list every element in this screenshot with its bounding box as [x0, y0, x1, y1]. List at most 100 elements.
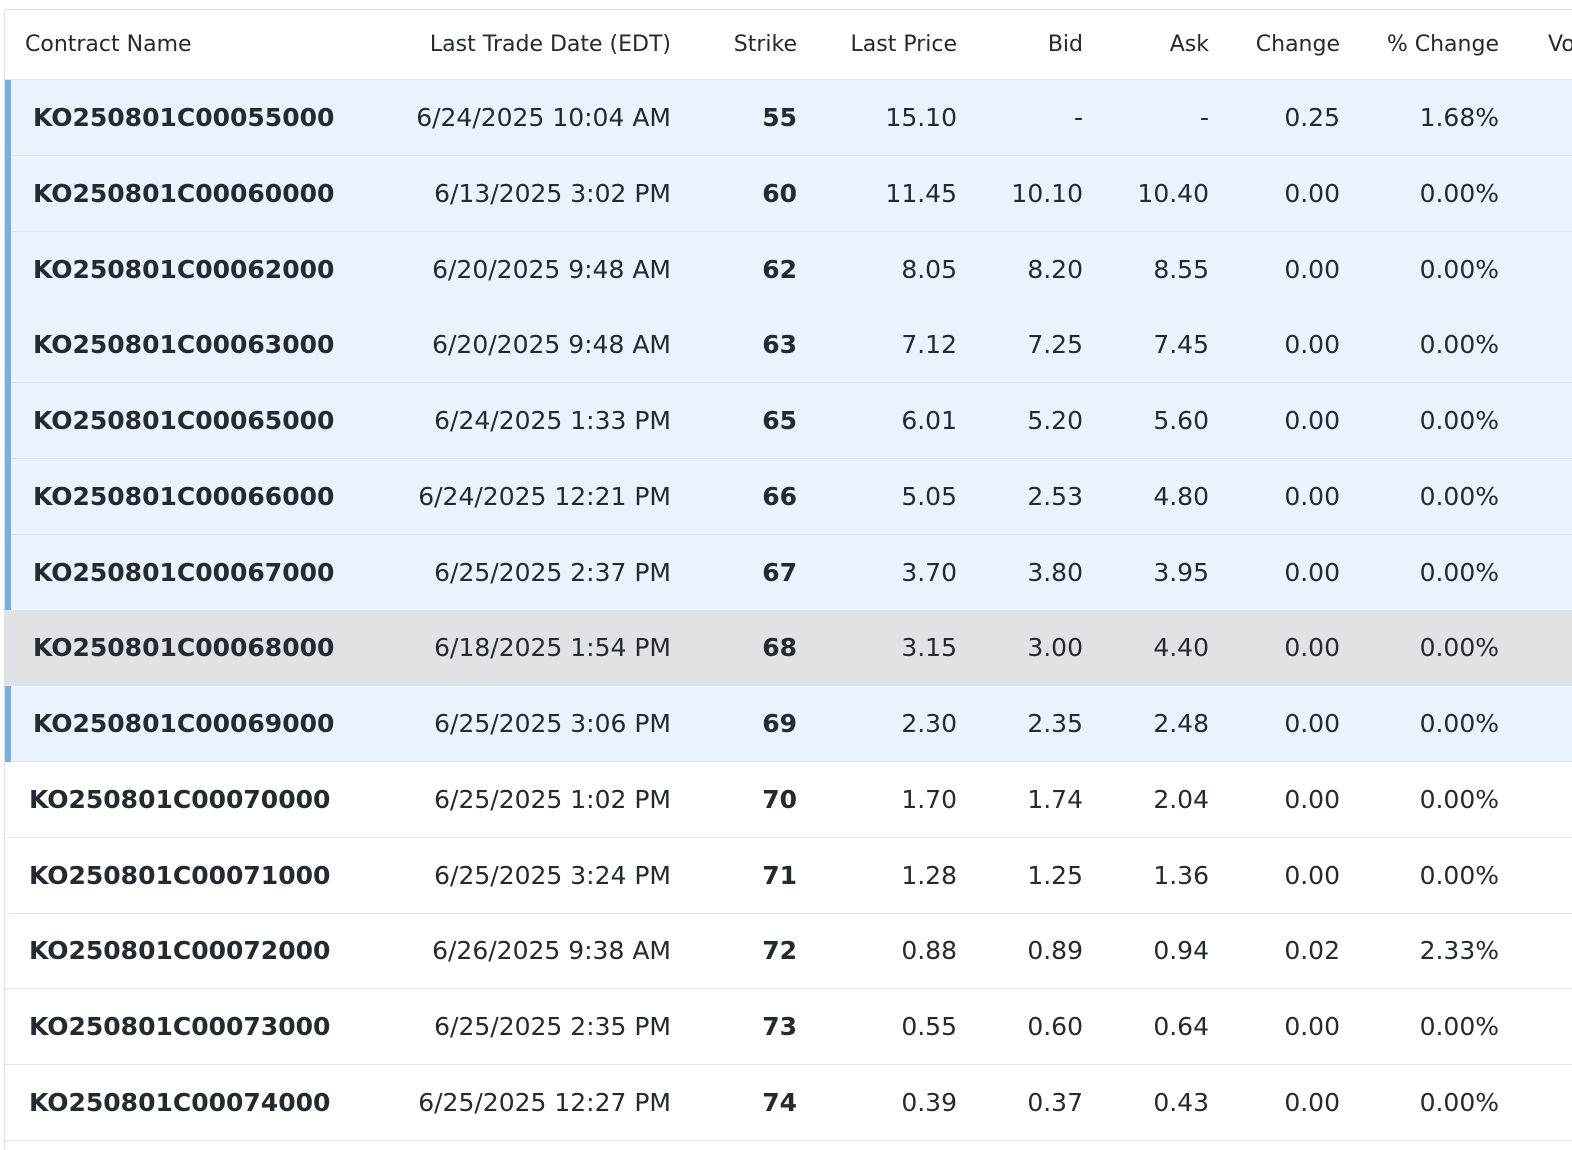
cell-pct-change: 0.00%	[1419, 633, 1499, 663]
cell-pct-change: 0.00%	[1419, 406, 1499, 435]
cell-contract-name[interactable]: KO250801C00065000	[33, 383, 334, 458]
cell-ask: 10.40	[1137, 178, 1209, 208]
cell-contract-name[interactable]: KO250801C00074000	[29, 1065, 330, 1140]
cell-change: 0.00	[1284, 178, 1340, 208]
cell-change: 0.00	[1284, 330, 1340, 360]
table-row[interactable]: KO250801C00074000 6/25/2025 12:27 PM 74 0.3…	[5, 1064, 1572, 1141]
cell-strike: 55	[762, 103, 797, 132]
cell-contract-name[interactable]: KO250801C00055000	[33, 80, 334, 155]
cell-ask: 2.48	[1153, 709, 1209, 738]
table-row[interactable]: KO250801C00065000 6/24/2025 1:33 PM 65 6.01…	[5, 383, 1572, 459]
table-row[interactable]: KO250801C00063000 6/20/2025 9:48 AM 63 7.12…	[5, 307, 1572, 384]
cell-bid: 7.25	[1027, 330, 1083, 360]
cell-strike: 74	[762, 1087, 797, 1117]
cell-contract-name[interactable]: KO250801C00070000	[29, 762, 330, 837]
cell-change: 0.00	[1284, 406, 1340, 435]
cell-last-price: 0.88	[901, 936, 957, 966]
cell-last-trade-date: 6/25/2025 2:37 PM	[434, 557, 671, 587]
cell-last-price: 11.45	[885, 178, 957, 208]
cell-ask: 0.43	[1153, 1087, 1209, 1117]
cell-ask: 4.80	[1153, 481, 1209, 511]
header-volume[interactable]: Vo	[1548, 10, 1572, 79]
table-row[interactable]: KO250801C00062000 6/20/2025 9:48 AM 62 8.05…	[5, 231, 1572, 308]
cell-bid: 10.10	[1011, 178, 1083, 208]
cell-strike: 66	[762, 481, 797, 511]
cell-ask: 5.60	[1153, 406, 1209, 435]
cell-contract-name[interactable]: KO250801C00071000	[29, 838, 330, 913]
cell-contract-name[interactable]: KO250801C00069000	[33, 686, 334, 761]
header-pct-change[interactable]: % Change	[1365, 10, 1499, 79]
cell-bid: 1.74	[1027, 784, 1083, 814]
table-row[interactable]: KO250801C00069000 6/25/2025 3:06 PM 69 2.30…	[5, 686, 1572, 762]
cell-ask: 0.64	[1153, 1012, 1209, 1041]
cell-change: 0.00	[1284, 557, 1340, 587]
cell-bid: 3.80	[1027, 557, 1083, 587]
cell-change: 0.00	[1284, 1012, 1340, 1041]
table-row[interactable]: KO250801C00055000 6/24/2025 10:04 AM 55 15.…	[5, 80, 1572, 156]
cell-change: 0.00	[1284, 481, 1340, 511]
cell-pct-change: 0.00%	[1419, 330, 1499, 360]
cell-ask: 7.45	[1153, 330, 1209, 360]
cell-bid: -	[1073, 103, 1083, 132]
cell-contract-name[interactable]: KO250801C00062000	[33, 232, 334, 307]
header-contract-name[interactable]: Contract Name	[25, 10, 192, 79]
table-row[interactable]: KO250801C00071000 6/25/2025 3:24 PM 71 1.28…	[5, 837, 1572, 914]
cell-change: 0.00	[1284, 860, 1340, 890]
table-row[interactable]: KO250801C00072000 6/26/2025 9:38 AM 72 0.88…	[5, 913, 1572, 990]
table-row[interactable]: KO250801C00067000 6/25/2025 2:37 PM 67 3.70…	[5, 534, 1572, 611]
header-change[interactable]: Change	[1235, 10, 1340, 79]
cell-pct-change: 0.00%	[1419, 557, 1499, 587]
cell-bid: 8.20	[1027, 254, 1083, 284]
cell-contract-name[interactable]: KO250801C00060000	[33, 156, 334, 231]
cell-bid: 2.35	[1027, 709, 1083, 738]
cell-contract-name[interactable]: KO250801C00067000	[33, 535, 334, 610]
cell-pct-change: 0.00%	[1419, 178, 1499, 208]
cell-pct-change: 0.00%	[1419, 784, 1499, 814]
cell-strike: 69	[762, 709, 797, 738]
cell-contract-name[interactable]: KO250801C00073000	[29, 989, 330, 1064]
cell-pct-change: 0.00%	[1419, 1012, 1499, 1041]
table-row[interactable]: KO250801C00060000 6/13/2025 3:02 PM 60 11.4…	[5, 155, 1572, 232]
cell-bid: 1.25	[1027, 860, 1083, 890]
cell-strike: 67	[762, 557, 797, 587]
table-row[interactable]: KO250801C00066000 6/24/2025 12:21 PM 66 5.0…	[5, 458, 1572, 535]
cell-strike: 63	[762, 330, 797, 360]
cell-contract-name[interactable]: KO250801C00066000	[33, 459, 334, 534]
cell-bid: 3.00	[1027, 633, 1083, 663]
header-strike[interactable]: Strike	[705, 10, 797, 79]
cell-strike: 62	[762, 254, 797, 284]
cell-pct-change: 0.00%	[1419, 860, 1499, 890]
cell-change: 0.25	[1284, 103, 1340, 132]
cell-pct-change: 0.00%	[1419, 481, 1499, 511]
cell-last-trade-date: 6/20/2025 9:48 AM	[432, 330, 671, 360]
cell-last-trade-date: 6/25/2025 12:27 PM	[418, 1087, 671, 1117]
header-ask[interactable]: Ask	[1115, 10, 1209, 79]
cell-ask: 1.36	[1153, 860, 1209, 890]
table-header: Contract Name Last Trade Date (EDT) Stri…	[5, 10, 1572, 80]
cell-strike: 71	[762, 860, 797, 890]
cell-contract-name[interactable]: KO250801C00063000	[33, 307, 334, 382]
cell-last-trade-date: 6/25/2025 3:06 PM	[434, 709, 671, 738]
cell-last-price: 6.01	[901, 406, 957, 435]
cell-last-trade-date: 6/20/2025 9:48 AM	[432, 254, 671, 284]
table-row[interactable]: KO250801C00070000 6/25/2025 1:02 PM 70 1.70…	[5, 761, 1572, 838]
header-last-trade-date[interactable]: Last Trade Date (EDT)	[405, 10, 671, 79]
cell-pct-change: 0.00%	[1419, 709, 1499, 738]
header-last-price[interactable]: Last Price	[825, 10, 958, 79]
cell-last-price: 3.15	[901, 633, 957, 663]
cell-contract-name[interactable]: KO250801C00072000	[29, 913, 330, 988]
table-row[interactable]: KO250801C00073000 6/25/2025 2:35 PM 73 0.55…	[5, 989, 1572, 1065]
cell-last-price: 7.12	[901, 330, 957, 360]
cell-bid: 0.60	[1027, 1012, 1083, 1041]
cell-strike: 60	[762, 178, 797, 208]
header-bid[interactable]: Bid	[985, 10, 1083, 79]
cell-strike: 70	[762, 784, 797, 814]
cell-contract-name[interactable]: KO250801C00068000	[33, 610, 334, 685]
cell-ask: -	[1199, 103, 1209, 132]
cell-last-trade-date: 6/24/2025 12:21 PM	[418, 481, 671, 511]
table-row[interactable]: KO250801C00068000 6/18/2025 1:54 PM 68 3.15…	[5, 610, 1572, 687]
cell-strike: 68	[762, 633, 797, 663]
cell-last-trade-date: 6/25/2025 2:35 PM	[434, 1012, 671, 1041]
cell-last-trade-date: 6/13/2025 3:02 PM	[434, 178, 671, 208]
cell-change: 0.00	[1284, 709, 1340, 738]
